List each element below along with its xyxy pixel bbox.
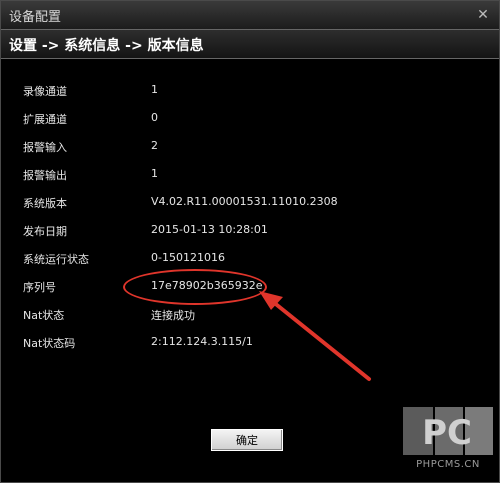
ok-button[interactable]: 确定 bbox=[211, 429, 283, 451]
watermark-logo-text: PC bbox=[422, 413, 472, 453]
phpcms-logo-icon: PC bbox=[403, 407, 493, 455]
watermark-text: PHPCMS.CN bbox=[416, 459, 480, 470]
device-config-window: 设备配置 ✕ 设置 -> 系统信息 -> 版本信息 录像通道 1 扩展通道 0 … bbox=[0, 0, 500, 483]
